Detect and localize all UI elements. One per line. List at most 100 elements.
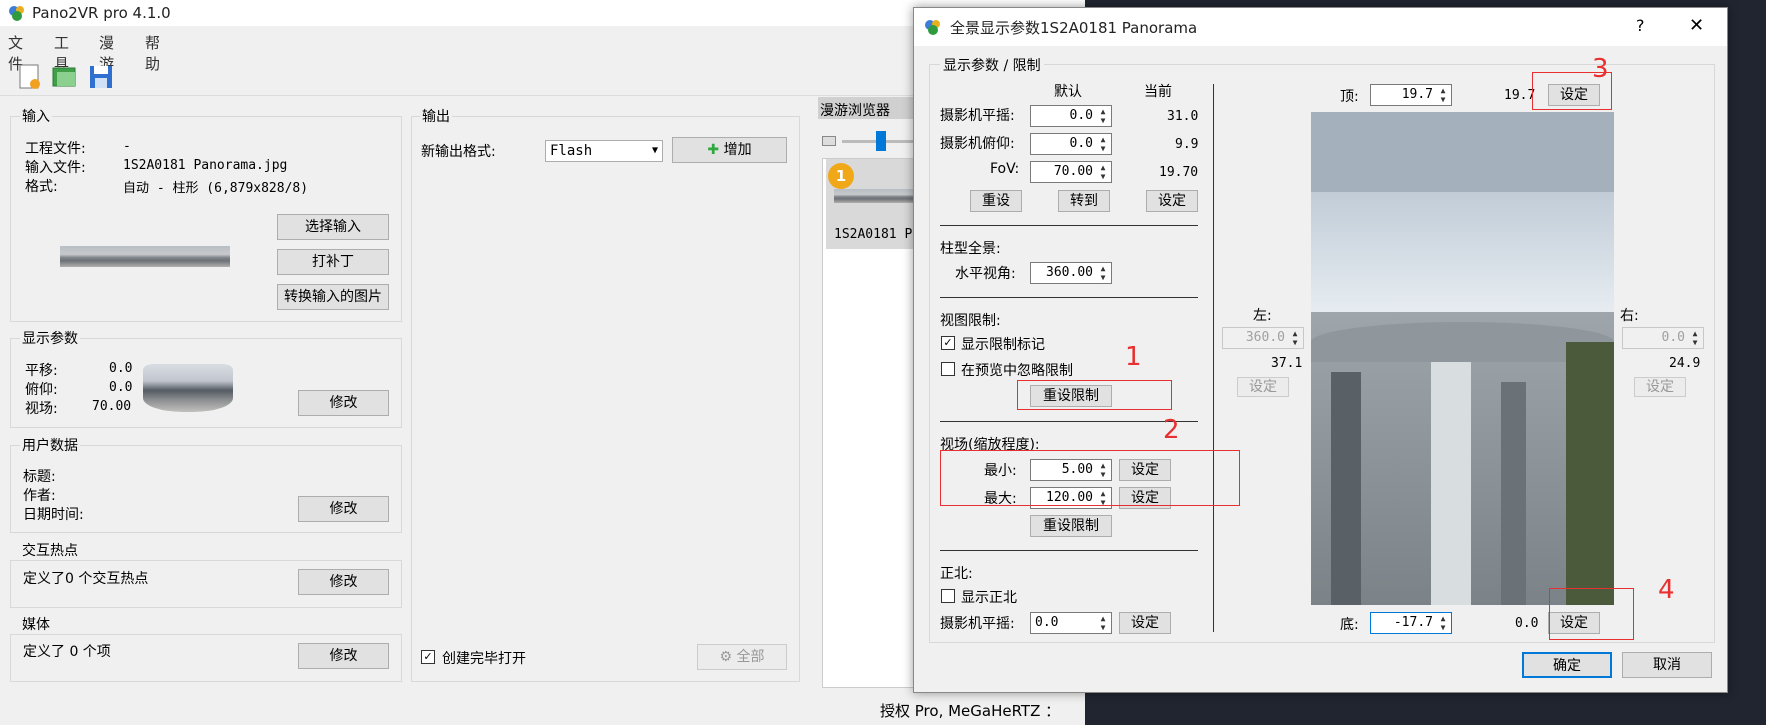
spin-arrows-icon[interactable]: ▲ ▼ bbox=[1289, 329, 1301, 347]
hfov-input[interactable]: 360.00 ▲ ▼ bbox=[1030, 262, 1112, 284]
dialog-close-button[interactable]: ✕ bbox=[1689, 15, 1704, 36]
patch-button[interactable]: 打补丁 bbox=[277, 249, 389, 275]
set-right-button[interactable]: 设定 bbox=[1634, 377, 1686, 397]
set-north-button[interactable]: 设定 bbox=[1119, 612, 1171, 634]
show-north-checkbox[interactable] bbox=[941, 589, 955, 603]
bottom-current: 0.0 bbox=[1515, 616, 1539, 631]
open-after-checkbox[interactable]: ✓ bbox=[421, 650, 435, 664]
cam-tilt-default-input[interactable]: 0.0 ▲ ▼ bbox=[1030, 133, 1112, 155]
add-output-button[interactable]: ✚ 增加 bbox=[672, 137, 787, 163]
app-title: Pano2VR pro 4.1.0 bbox=[32, 4, 171, 22]
all-button[interactable]: ⚙ 全部 bbox=[697, 644, 787, 670]
ok-button[interactable]: 确定 bbox=[1522, 652, 1612, 678]
display-params-title: 显示参数 bbox=[20, 328, 80, 348]
right-current: 24.9 bbox=[1669, 356, 1701, 371]
hotspots-title: 交互热点 bbox=[20, 540, 80, 560]
reset-zoom-limit-button[interactable]: 重设限制 bbox=[1030, 515, 1112, 537]
spin-arrows-icon[interactable]: ▲ ▼ bbox=[1097, 107, 1109, 125]
left-current: 37.1 bbox=[1271, 356, 1303, 371]
media-modify-button[interactable]: 修改 bbox=[298, 643, 389, 669]
spin-arrows-icon[interactable]: ▲ ▼ bbox=[1097, 135, 1109, 153]
cam-pan-default-input[interactable]: 0.0 ▲ ▼ bbox=[1030, 105, 1112, 127]
select-input-button[interactable]: 选择输入 bbox=[277, 214, 389, 240]
set-left-button[interactable]: 设定 bbox=[1237, 377, 1289, 397]
chevron-down-icon: ▼ bbox=[651, 145, 658, 156]
preview-column bbox=[1431, 362, 1471, 605]
spin-arrows-icon[interactable]: ▲ ▼ bbox=[1097, 163, 1109, 181]
license-status: 授权 Pro, MeGaHeRTZ ： bbox=[880, 702, 1061, 720]
userdata-modify-button[interactable]: 修改 bbox=[298, 496, 389, 522]
datetime-label: 日期时间: bbox=[23, 507, 84, 523]
slider-handle[interactable] bbox=[876, 131, 886, 151]
spin-arrows-icon[interactable]: ▲ ▼ bbox=[1689, 329, 1701, 347]
north-pan-input[interactable]: 0.0 ▲ ▼ bbox=[1030, 612, 1112, 634]
plus-icon: ✚ bbox=[707, 142, 720, 158]
input-file-value: 1S2A0181 Panorama.jpg bbox=[123, 158, 288, 173]
preview-column bbox=[1331, 372, 1361, 605]
ignore-in-preview-checkbox[interactable] bbox=[941, 362, 955, 376]
right-label: 右: bbox=[1620, 308, 1639, 324]
top-current: 19.7 bbox=[1504, 88, 1536, 103]
bottom-limit-value: -17.7 bbox=[1393, 615, 1433, 630]
gear-icon: ⚙ bbox=[719, 649, 733, 665]
separator bbox=[940, 225, 1198, 226]
bottom-limit-input[interactable]: -17.7 ▲ ▼ bbox=[1370, 612, 1452, 634]
output-format-select[interactable]: Flash ▼ bbox=[545, 140, 663, 162]
fov-default-value: 70.00 bbox=[1053, 164, 1093, 179]
open-after-label: 创建完毕打开 bbox=[442, 651, 526, 667]
cylinder-title: 柱型全景: bbox=[940, 241, 1001, 257]
save-project-icon[interactable] bbox=[86, 62, 116, 92]
annotation-2: 2 bbox=[1163, 415, 1180, 445]
top-limit-input[interactable]: 19.7 ▲ ▼ bbox=[1370, 84, 1452, 106]
set-current-button[interactable]: 设定 bbox=[1146, 190, 1198, 212]
tilt-value: 0.0 bbox=[109, 380, 133, 395]
left-limit-value: 360.0 bbox=[1245, 330, 1285, 345]
tilt-label: 俯仰: bbox=[25, 382, 58, 398]
preview-sky-top bbox=[1311, 112, 1614, 192]
annotation-1: 1 bbox=[1125, 342, 1142, 372]
display-modify-button[interactable]: 修改 bbox=[298, 390, 389, 416]
new-project-icon[interactable] bbox=[15, 62, 45, 92]
right-limit-input[interactable]: 0.0 ▲ ▼ bbox=[1622, 327, 1704, 349]
pan-value: 0.0 bbox=[109, 361, 133, 376]
zoom-out-icon[interactable] bbox=[822, 136, 836, 146]
help-button[interactable]: ? bbox=[1636, 16, 1645, 35]
goto-button[interactable]: 转到 bbox=[1058, 190, 1110, 212]
spin-arrows-icon[interactable]: ▲ ▼ bbox=[1097, 614, 1109, 632]
hotspots-modify-button[interactable]: 修改 bbox=[298, 569, 389, 595]
dialog-title: 全景显示参数1S2A0181 Panorama bbox=[950, 19, 1198, 37]
fov-value: 70.00 bbox=[92, 399, 132, 414]
panorama-preview[interactable] bbox=[1311, 112, 1614, 605]
fov-label-dialog: FoV: bbox=[990, 161, 1020, 177]
preview-sky bbox=[1311, 192, 1614, 312]
format-value: 自动 - 柱形 (6,879x828/8) bbox=[123, 181, 309, 196]
all-button-label: 全部 bbox=[736, 649, 765, 665]
preview-tree bbox=[1566, 342, 1614, 605]
left-limit-input[interactable]: 360.0 ▲ ▼ bbox=[1222, 327, 1304, 349]
spin-arrows-icon[interactable]: ▲ ▼ bbox=[1437, 86, 1449, 104]
view-limit-title: 视图限制: bbox=[940, 313, 1001, 329]
spin-arrows-icon[interactable]: ▲ ▼ bbox=[1097, 264, 1109, 282]
convert-input-button[interactable]: 转换输入的图片 bbox=[277, 284, 389, 310]
annotation-box-2 bbox=[940, 450, 1240, 506]
dialog-title-bar: 全景显示参数1S2A0181 Panorama ? ✕ bbox=[914, 8, 1727, 46]
spin-arrows-icon[interactable]: ▲ ▼ bbox=[1437, 614, 1449, 632]
ignore-in-preview-label: 在预览中忽略限制 bbox=[961, 363, 1073, 379]
col-current-header: 当前 bbox=[1144, 84, 1172, 100]
output-group bbox=[411, 116, 800, 682]
separator bbox=[940, 550, 1198, 551]
dialog-app-icon bbox=[925, 20, 940, 35]
reset-button[interactable]: 重设 bbox=[970, 190, 1022, 212]
north-pan-label: 摄影机平摇: bbox=[940, 616, 1015, 632]
hfov-label: 水平视角: bbox=[955, 266, 1016, 282]
north-pan-value: 0.0 bbox=[1035, 615, 1059, 630]
app-logo-icon bbox=[9, 6, 24, 21]
tour-zoom-slider[interactable] bbox=[820, 130, 920, 152]
format-label: 格式: bbox=[25, 179, 58, 195]
cam-pan-default-value: 0.0 bbox=[1069, 108, 1093, 123]
show-limit-marks-checkbox[interactable]: ✓ bbox=[941, 336, 955, 350]
fov-default-input[interactable]: 70.00 ▲ ▼ bbox=[1030, 161, 1112, 183]
cancel-button[interactable]: 取消 bbox=[1622, 652, 1712, 678]
user-title-label: 标题: bbox=[23, 469, 56, 485]
open-project-icon[interactable] bbox=[50, 62, 80, 92]
